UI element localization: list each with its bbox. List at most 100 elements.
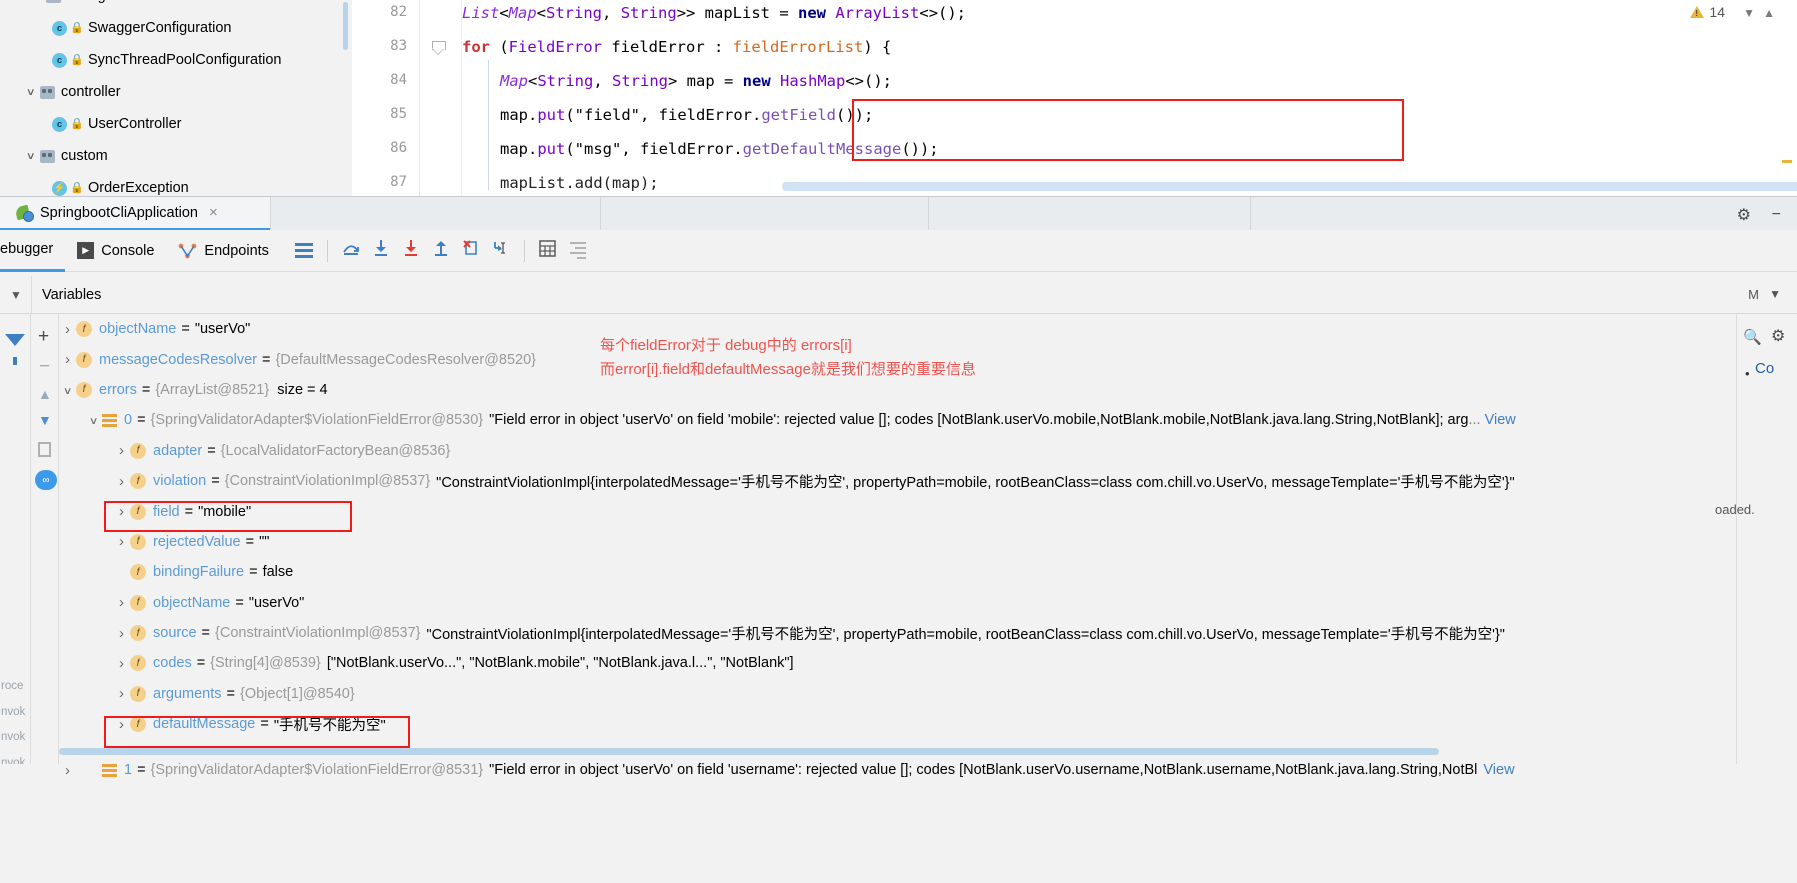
variable-row-rejectedvalue[interactable]: f rejectedValue = "" — [59, 527, 1736, 557]
code-content[interactable]: List<Map<String, String>> mapList = new … — [462, 0, 1797, 196]
next-problem-icon[interactable]: ▼ — [1743, 6, 1755, 20]
step-out-button[interactable] — [426, 236, 456, 266]
equals-sign: = — [261, 351, 271, 368]
expand-arrow-icon[interactable] — [113, 473, 130, 490]
variable-row-adapter[interactable]: f adapter = {LocalValidatorFactoryBean@8… — [59, 436, 1736, 466]
hide-icon[interactable]: − — [1772, 206, 1781, 224]
expand-arrow-icon[interactable] — [59, 762, 76, 779]
expand-arrow-icon[interactable] — [113, 442, 130, 459]
equals-sign: = — [141, 381, 151, 398]
variables-title: Variables — [42, 286, 102, 303]
code-editor[interactable]: 82 83 84 85 86 87 List<Map<String, Strin… — [352, 0, 1797, 196]
step-into-button[interactable] — [366, 236, 396, 266]
project-tree[interactable]: config c 🔒 SwaggerConfiguration c 🔒 Sync… — [0, 0, 352, 196]
collapse-chevron-icon[interactable]: ▼ — [0, 288, 32, 302]
chevron-down-icon[interactable] — [22, 151, 40, 162]
expand-arrow-icon[interactable] — [59, 351, 76, 368]
move-down-button[interactable]: ▼ — [38, 412, 52, 428]
settings-lines-button[interactable] — [563, 236, 593, 266]
variable-name: 1 — [124, 762, 133, 778]
variable-row-objectname[interactable]: f objectName = "userVo" — [59, 314, 1736, 344]
warning-triangle-icon — [1690, 6, 1705, 18]
prev-problem-icon[interactable]: ▲ — [1763, 6, 1775, 20]
editor-horizontal-scrollbar[interactable] — [782, 182, 1797, 191]
expand-arrow-icon[interactable] — [113, 533, 130, 550]
filter-icon[interactable] — [5, 334, 25, 365]
warning-indicator[interactable]: 14 — [1690, 4, 1725, 20]
search-icon[interactable]: 🔍 — [1743, 328, 1762, 346]
variable-row-source[interactable]: f source = {ConstraintViolationImpl@8537… — [59, 618, 1736, 648]
chevron-down-icon[interactable] — [22, 87, 40, 98]
field-icon: f — [130, 564, 146, 581]
tree-item-label: UserController — [88, 116, 182, 132]
tree-item-orderexception[interactable]: ⚡ 🔒 OrderException — [0, 172, 352, 196]
right-side-panel[interactable]: 🔍 ⚙ • Co oaded. — [1715, 314, 1797, 764]
expand-arrow-icon[interactable] — [113, 655, 130, 672]
add-watch-button[interactable]: + — [38, 326, 49, 348]
variable-name: defaultMessage — [153, 716, 256, 733]
run-to-cursor-button[interactable] — [486, 236, 516, 266]
view-link[interactable]: View — [1477, 762, 1514, 778]
variable-name: rejectedValue — [153, 533, 241, 550]
run-tab-springbootcliapplication[interactable]: SpringbootCliApplication × — [0, 197, 270, 231]
tree-item-usercontroller[interactable]: c 🔒 UserController — [0, 108, 352, 140]
variable-value: {DefaultMessageCodesResolver@8520} — [275, 351, 537, 368]
editor-marker-strip[interactable] — [1779, 0, 1795, 196]
exception-icon: ⚡ — [52, 180, 67, 196]
variable-row-error-1[interactable]: 1 = {SpringValidatorAdapter$ViolationFie… — [59, 755, 1736, 785]
variable-row-bindingfailure[interactable]: f bindingFailure = false — [59, 557, 1736, 587]
expand-arrow-icon[interactable] — [113, 716, 130, 733]
tree-item-controller[interactable]: controller — [0, 76, 352, 108]
tree-item-swaggerconfiguration[interactable]: c 🔒 SwaggerConfiguration — [0, 12, 352, 44]
variable-row-objectname-nested[interactable]: f objectName = "userVo" — [59, 588, 1736, 618]
tab-console[interactable]: ▶ Console — [65, 230, 166, 272]
variables-horizontal-scrollbar[interactable] — [59, 748, 1439, 755]
copy-icon[interactable] — [38, 442, 51, 457]
variable-row-arguments[interactable]: f arguments = {Object[1]@8540} — [59, 679, 1736, 709]
force-step-into-button[interactable] — [396, 236, 426, 266]
evaluate-expression-button[interactable] — [533, 236, 563, 266]
tab-debugger[interactable]: ebugger — [0, 230, 66, 272]
variable-row-defaultmessage[interactable]: f defaultMessage = "手机号不能为空" — [59, 709, 1736, 739]
view-link[interactable]: View — [1481, 412, 1516, 428]
fold-marker-icon[interactable] — [432, 41, 446, 54]
expand-arrow-icon[interactable] — [113, 685, 130, 702]
equals-sign: = — [196, 655, 206, 672]
expand-arrow-icon[interactable] — [113, 594, 130, 611]
variable-value: {ArrayList@8521} — [155, 381, 270, 398]
close-icon[interactable]: × — [209, 204, 218, 221]
variable-row-error-0[interactable]: 0 = {SpringValidatorAdapter$ViolationFie… — [59, 405, 1736, 435]
project-tree-scrollbar[interactable] — [343, 2, 348, 50]
tab-endpoints[interactable]: Endpoints — [166, 230, 281, 272]
chevron-down-icon[interactable] — [28, 0, 46, 2]
variables-mode-label: M — [1748, 287, 1759, 302]
collapse-arrow-icon[interactable] — [85, 413, 102, 427]
editor-fold-column[interactable] — [420, 0, 462, 196]
variable-name: 0 — [124, 412, 133, 429]
debug-actions-gutter[interactable]: + − ▲ ▼ ∞ — [31, 314, 59, 764]
chevron-down-icon[interactable]: ▼ — [1769, 287, 1781, 301]
expand-arrow-icon[interactable] — [113, 625, 130, 642]
move-up-button[interactable]: ▲ — [38, 386, 52, 402]
field-icon: f — [130, 594, 146, 611]
code-line-82: List<Map<String, String>> mapList = new … — [462, 4, 967, 22]
tree-item-syncthreadpoolconfiguration[interactable]: c 🔒 SyncThreadPoolConfiguration — [0, 44, 352, 76]
tree-item-config[interactable]: config — [0, 0, 352, 12]
gear-icon[interactable]: ⚙ — [1737, 205, 1751, 225]
drop-frame-button[interactable] — [456, 236, 486, 266]
collapse-arrow-icon[interactable] — [59, 383, 76, 397]
step-over-button[interactable] — [336, 236, 366, 266]
expand-arrow-icon[interactable] — [113, 503, 130, 520]
layout-button[interactable] — [289, 236, 319, 266]
variable-row-field[interactable]: f field = "mobile" — [59, 496, 1736, 526]
gear-icon[interactable]: ⚙ — [1771, 326, 1785, 346]
inspect-icon[interactable]: ∞ — [35, 470, 57, 490]
remove-watch-button[interactable]: − — [39, 356, 50, 378]
expand-arrow-icon[interactable] — [59, 321, 76, 338]
debug-filter-gutter[interactable]: roce nvok nvok nvok nvok olnv nvok loRe … — [0, 314, 31, 871]
debug-toolbar[interactable]: ebugger ▶ Console Endpoints — [0, 230, 1797, 272]
tree-item-custom[interactable]: custom — [0, 140, 352, 172]
variable-row-violation[interactable]: f violation = {ConstraintViolationImpl@8… — [59, 466, 1736, 496]
variable-value: {ConstraintViolationImpl@8537} — [224, 473, 431, 490]
variable-row-codes[interactable]: f codes = {String[4]@8539} ["NotBlank.us… — [59, 648, 1736, 678]
